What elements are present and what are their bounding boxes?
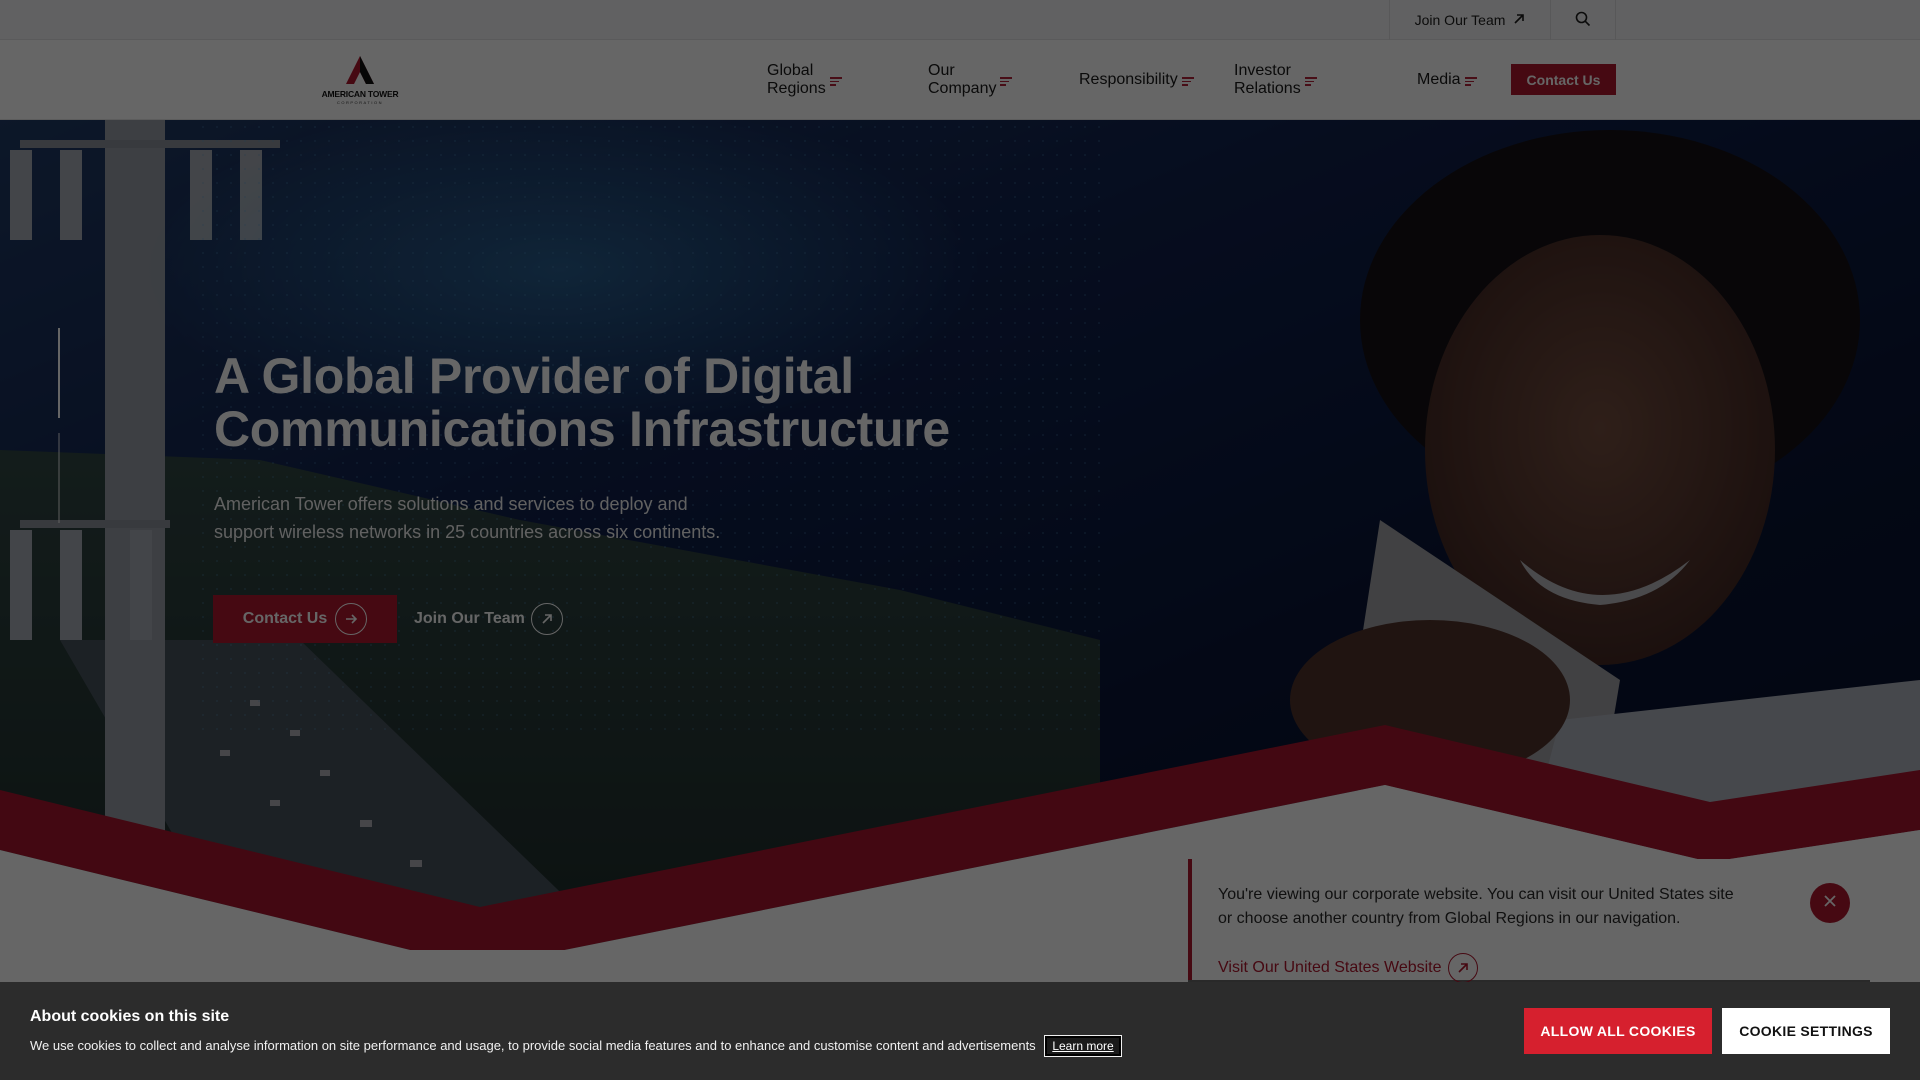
learn-more-link[interactable]: Learn more (1044, 1035, 1122, 1057)
menu-lines-icon (1000, 77, 1013, 86)
nav-label: Our Company (928, 62, 997, 97)
nav-global-regions[interactable]: Global Regions (767, 40, 842, 120)
nav-label: Investor Relations (1234, 62, 1301, 97)
allow-all-cookies-button[interactable]: ALLOW ALL COOKIES (1524, 1008, 1712, 1054)
main-header: AMERICAN TOWER CORPORATION Global Region… (0, 40, 1920, 120)
join-our-team-link[interactable]: Join Our Team (1389, 0, 1550, 40)
nav-media[interactable]: Media (1417, 40, 1477, 120)
close-notice-button[interactable] (1810, 883, 1850, 923)
utility-bar: Join Our Team (0, 0, 1920, 40)
visit-us-website-link[interactable]: Visit Our United States Website (1218, 953, 1478, 983)
join-our-team-label: Join Our Team (1414, 12, 1506, 28)
search-button[interactable] (1550, 0, 1616, 40)
cookie-banner: About cookies on this site We use cookie… (0, 982, 1920, 1080)
menu-lines-icon (829, 77, 842, 86)
cookie-banner-body: We use cookies to collect and analyse in… (30, 1038, 1036, 1053)
nav-our-company[interactable]: Our Company (928, 40, 1013, 120)
nav-label: Media (1417, 71, 1461, 88)
menu-lines-icon (1464, 77, 1477, 86)
hero-title: A Global Provider of Digital Communicati… (214, 348, 950, 457)
american-tower-logo[interactable]: AMERICAN TOWER CORPORATION (310, 54, 410, 106)
arrow-up-right-icon (1447, 953, 1478, 983)
hero-join-team-link[interactable]: Join Our Team (414, 595, 563, 643)
nav-label: Global Regions (767, 62, 826, 97)
cookie-banner-text: We use cookies to collect and analyse in… (30, 1035, 1122, 1057)
hero-description: American Tower offers solutions and serv… (214, 494, 721, 542)
nav-label: Responsibility (1079, 71, 1178, 88)
cookie-banner-title: About cookies on this site (30, 1008, 230, 1025)
region-notice: You're viewing our corporate website. Yo… (1188, 859, 1870, 983)
slide-indicator[interactable] (58, 433, 60, 523)
slide-indicator-active[interactable] (58, 328, 60, 418)
logo-wordmark: AMERICAN TOWER (321, 89, 399, 99)
logo-subtext: CORPORATION (337, 100, 383, 105)
arrow-up-right-icon (530, 603, 563, 635)
region-notice-text: You're viewing our corporate website. Yo… (1218, 886, 1734, 927)
hero-join-label: Join Our Team (414, 610, 525, 627)
logo-mark (346, 56, 374, 84)
search-icon (1575, 11, 1591, 30)
menu-lines-icon (1304, 77, 1317, 86)
menu-lines-icon (1181, 77, 1194, 86)
cookie-settings-button[interactable]: COOKIE SETTINGS (1722, 1008, 1890, 1054)
visit-us-website-label: Visit Our United States Website (1218, 959, 1442, 976)
header-contact-button[interactable]: Contact Us (1511, 64, 1616, 95)
hero-contact-button[interactable]: Contact Us (213, 595, 397, 643)
hero-section: A Global Provider of Digital Communicati… (0, 120, 1920, 950)
nav-investor-relations[interactable]: Investor Relations (1234, 40, 1317, 120)
hero-contact-label: Contact Us (242, 610, 328, 627)
arrow-right-icon (335, 603, 368, 635)
arrow-up-right-icon (1513, 12, 1525, 28)
nav-responsibility[interactable]: Responsibility (1079, 40, 1194, 120)
close-icon (1823, 894, 1837, 913)
